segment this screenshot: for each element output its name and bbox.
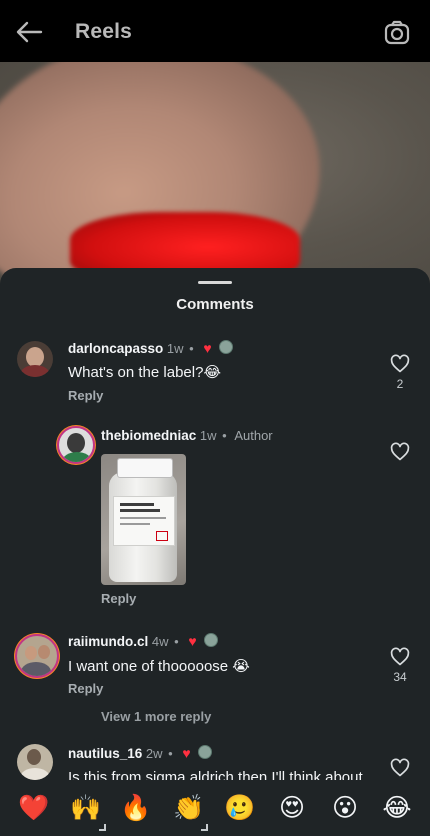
camera-button[interactable] <box>382 18 412 48</box>
page-title: Reels <box>75 20 133 43</box>
bottle-cap <box>117 458 173 478</box>
reaction-surprised[interactable]: 😮 <box>325 792 365 824</box>
corner-mark <box>99 824 106 831</box>
creator-avatar <box>219 340 234 354</box>
comment-time: 4w <box>151 634 169 649</box>
avatar[interactable] <box>17 341 53 377</box>
creator-avatar <box>198 745 213 759</box>
reaction-smile-tear[interactable]: 🥲 <box>220 792 260 824</box>
comment-meta: nautilus_16 2w • ♥ <box>68 745 213 763</box>
comments-sheet: Comments darloncapasso 1w • ♥ What's on … <box>0 268 430 836</box>
comment-username[interactable]: thebiomedniac <box>101 428 196 443</box>
heart-outline-icon <box>390 758 410 777</box>
top-bar: Reels <box>0 0 430 62</box>
like-count: 2 <box>396 377 404 391</box>
like-button[interactable] <box>390 758 410 778</box>
like-count: 34 <box>393 670 407 684</box>
view-more-replies[interactable]: View 1 more reply <box>101 709 211 724</box>
heart-outline-icon <box>390 442 410 461</box>
avatar[interactable] <box>15 634 59 678</box>
comment-meta: darloncapasso 1w • ♥ <box>68 340 234 358</box>
reaction-raising-hands[interactable]: 🙌 <box>66 792 106 824</box>
reply-button[interactable]: Reply <box>68 681 103 696</box>
sheet-drag-handle[interactable] <box>198 281 232 284</box>
reaction-heart-eyes[interactable]: 😍 <box>272 792 312 824</box>
comment-meta: raiimundo.cl 4w • ♥ <box>68 633 219 651</box>
avatar[interactable] <box>17 744 53 780</box>
sheet-title: Comments <box>176 296 254 313</box>
comment-time: 2w <box>145 746 163 761</box>
back-button[interactable] <box>14 18 44 46</box>
comment-meta: thebiomedniac 1w • Author <box>101 428 273 443</box>
comment-username[interactable]: darloncapasso <box>68 341 163 356</box>
comment-username[interactable]: raiimundo.cl <box>68 634 148 649</box>
like-button[interactable] <box>390 647 410 667</box>
camera-icon <box>384 20 410 45</box>
avatar[interactable] <box>57 426 95 464</box>
heart-outline-icon <box>390 354 410 373</box>
quick-reactions-bar: ❤️ 🙌 🔥 👏 🥲 😍 😮 😂 <box>0 780 430 836</box>
like-button[interactable] <box>390 354 410 374</box>
creator-avatar <box>204 633 219 647</box>
comment-image[interactable] <box>101 454 186 585</box>
comment-text: What's on the label?😂 <box>68 364 221 381</box>
corner-mark <box>201 824 208 831</box>
comment-text: I want one of thooooose 😭 <box>68 658 250 675</box>
author-tag: Author <box>234 428 273 443</box>
reply-button[interactable]: Reply <box>101 591 136 606</box>
comment-time: 1w <box>199 428 217 443</box>
reaction-fire[interactable]: 🔥 <box>116 792 156 824</box>
reply-button[interactable]: Reply <box>68 388 103 403</box>
reaction-laughing[interactable]: 😂 <box>377 792 417 824</box>
reaction-clap[interactable]: 👏 <box>169 792 209 824</box>
reaction-heart[interactable]: ❤️ <box>14 792 54 824</box>
creator-liked-icon: ♥ <box>182 745 191 761</box>
comment-time: 1w <box>166 341 184 356</box>
heart-outline-icon <box>390 647 410 666</box>
creator-liked-icon: ♥ <box>188 633 197 649</box>
creator-liked-icon: ♥ <box>203 340 212 356</box>
reel-video[interactable] <box>0 62 430 302</box>
bottle-label <box>113 496 175 546</box>
comment-username[interactable]: nautilus_16 <box>68 746 142 761</box>
arrow-left-icon <box>16 21 43 43</box>
like-button[interactable] <box>390 442 410 462</box>
